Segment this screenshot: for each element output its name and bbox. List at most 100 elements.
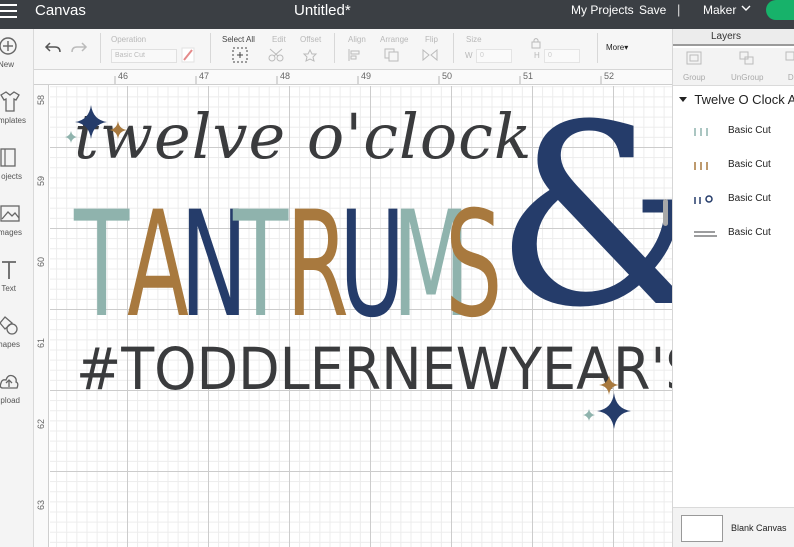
block-text-tantrums[interactable]: TANTRUMS xyxy=(74,180,502,350)
ruler-label: 49 xyxy=(361,71,372,81)
book-icon xyxy=(0,148,16,167)
design-canvas[interactable]: twelve o'clock TANTRUMS & #TODDLERNEWYEA… xyxy=(50,86,672,547)
app-title: Canvas xyxy=(35,2,86,19)
height-field[interactable]: 0 xyxy=(544,49,580,63)
make-it-button[interactable] xyxy=(766,0,794,20)
blank-canvas-row: Blank Canvas xyxy=(673,507,794,547)
layers-tab[interactable]: Layers xyxy=(673,29,794,46)
save-button[interactable]: Save xyxy=(639,3,666,17)
my-projects-link[interactable]: My Projects xyxy=(571,3,634,17)
ruler-label: 46 xyxy=(118,71,129,81)
sidebar-item-templates[interactable]: mplates xyxy=(0,91,34,141)
shapes-icon xyxy=(0,316,18,335)
topbar-separator: | xyxy=(677,2,681,17)
group-icon xyxy=(686,51,702,65)
duplicate-button[interactable]: Du xyxy=(785,51,794,82)
ampersand-glyph[interactable]: & xyxy=(494,92,672,342)
sparkle-star-icon xyxy=(65,131,77,143)
toolbar-divider xyxy=(210,33,211,63)
layer-item[interactable]: Basic Cut xyxy=(673,183,794,217)
offset-label: Offset xyxy=(300,35,322,44)
sidebar-item-label: hapes xyxy=(0,340,20,349)
caret-down-icon[interactable] xyxy=(679,96,687,104)
block-letter: M xyxy=(392,180,470,350)
ruler-label: 59 xyxy=(36,175,46,186)
operation-select[interactable]: Basic Cut xyxy=(111,49,177,63)
sidebar-item-label: ojects xyxy=(1,172,22,181)
blank-canvas-label: Blank Canvas xyxy=(731,523,787,533)
layer-item[interactable]: Basic Cut xyxy=(673,217,794,251)
ungroup-icon xyxy=(739,51,754,65)
sparkle-star-icon xyxy=(75,105,107,139)
ruler-label: 50 xyxy=(442,71,453,81)
select-all-label[interactable]: Select All xyxy=(222,35,255,44)
layer-thumbnail-icon xyxy=(694,231,717,237)
sparkle-star-icon xyxy=(109,121,127,139)
canvas-scrollbar[interactable] xyxy=(663,199,668,226)
layer-item[interactable]: Basic Cut xyxy=(673,149,794,183)
group-label: Group xyxy=(683,73,706,82)
sidebar-item-shapes[interactable]: hapes xyxy=(0,315,34,365)
ungroup-button[interactable]: UnGroup xyxy=(731,51,763,82)
sidebar-item-projects[interactable]: ojects xyxy=(0,147,34,197)
cloud-upload-icon xyxy=(0,374,19,389)
hashtag-text[interactable]: #TODDLERNEWYEAR'S xyxy=(76,340,672,398)
block-letter: A xyxy=(127,180,189,350)
ruler-label: 60 xyxy=(36,256,46,267)
sidebar-item-images[interactable]: mages xyxy=(0,203,34,253)
offset-icon[interactable] xyxy=(302,48,320,62)
lock-icon[interactable] xyxy=(531,37,541,49)
document-title[interactable]: Untitled* xyxy=(294,2,351,19)
sidebar-item-label: Text xyxy=(1,284,16,293)
blank-canvas-swatch[interactable] xyxy=(681,515,723,542)
sidebar-item-upload[interactable]: pload xyxy=(0,371,34,421)
ruler-ticks xyxy=(114,76,602,84)
design-group[interactable]: twelve o'clock TANTRUMS & #TODDLERNEWYEA… xyxy=(50,86,672,547)
ruler-label: 62 xyxy=(36,418,46,429)
block-letter: N xyxy=(180,180,248,350)
toolbar-divider xyxy=(334,33,335,63)
layer-thumbnail-icon xyxy=(694,162,708,170)
ruler-label: 52 xyxy=(604,71,615,81)
pen-color-icon[interactable] xyxy=(181,47,195,63)
group-button[interactable]: Group xyxy=(683,51,705,82)
size-label: Size xyxy=(466,35,482,44)
flip-icon[interactable] xyxy=(422,48,442,62)
duplicate-label: Du xyxy=(787,73,794,82)
layer-group-name: Twelve O Clock A xyxy=(694,92,794,107)
arrange-icon[interactable] xyxy=(384,48,404,62)
layer-item-name: Basic Cut xyxy=(728,125,771,136)
select-all-icon[interactable] xyxy=(232,47,248,63)
duplicate-icon xyxy=(785,51,794,61)
height-label: H xyxy=(534,51,540,60)
width-field[interactable]: 0 xyxy=(476,49,512,63)
align-icon[interactable] xyxy=(347,48,365,62)
ruler-label: 58 xyxy=(36,94,46,105)
top-ruler: 46 47 48 49 50 51 52 xyxy=(34,70,672,85)
layer-group-row[interactable]: Twelve O Clock A xyxy=(679,92,794,107)
width-label: W xyxy=(465,51,473,60)
ruler-label: 51 xyxy=(523,71,534,81)
chevron-down-icon[interactable] xyxy=(741,4,751,12)
block-letter: R xyxy=(286,180,349,350)
undo-icon[interactable] xyxy=(44,40,62,54)
ruler-label: 47 xyxy=(199,71,210,81)
more-button[interactable]: More▾ xyxy=(606,43,628,52)
redo-icon[interactable] xyxy=(70,40,88,54)
layer-item[interactable]: Basic Cut xyxy=(673,115,794,149)
sparkle-star-icon xyxy=(583,409,595,421)
image-icon xyxy=(0,205,20,222)
scissors-icon[interactable] xyxy=(268,48,288,62)
toolbar-divider xyxy=(597,33,598,63)
left-ruler: 58 59 60 61 62 63 xyxy=(34,85,49,547)
layers-panel: Layers Group UnGroup Du Twelve O Clock A… xyxy=(672,29,794,547)
sidebar-item-new[interactable]: New xyxy=(0,35,34,85)
block-letter: T xyxy=(233,180,288,350)
edit-label: Edit xyxy=(272,35,286,44)
sidebar-item-text[interactable]: Text xyxy=(0,259,34,309)
machine-selector[interactable]: Maker xyxy=(703,3,736,17)
ruler-label: 48 xyxy=(280,71,291,81)
hamburger-menu-icon[interactable] xyxy=(0,3,18,21)
script-text-twelve-oclock[interactable]: twelve o'clock xyxy=(74,106,532,168)
block-letter: T xyxy=(74,180,129,350)
